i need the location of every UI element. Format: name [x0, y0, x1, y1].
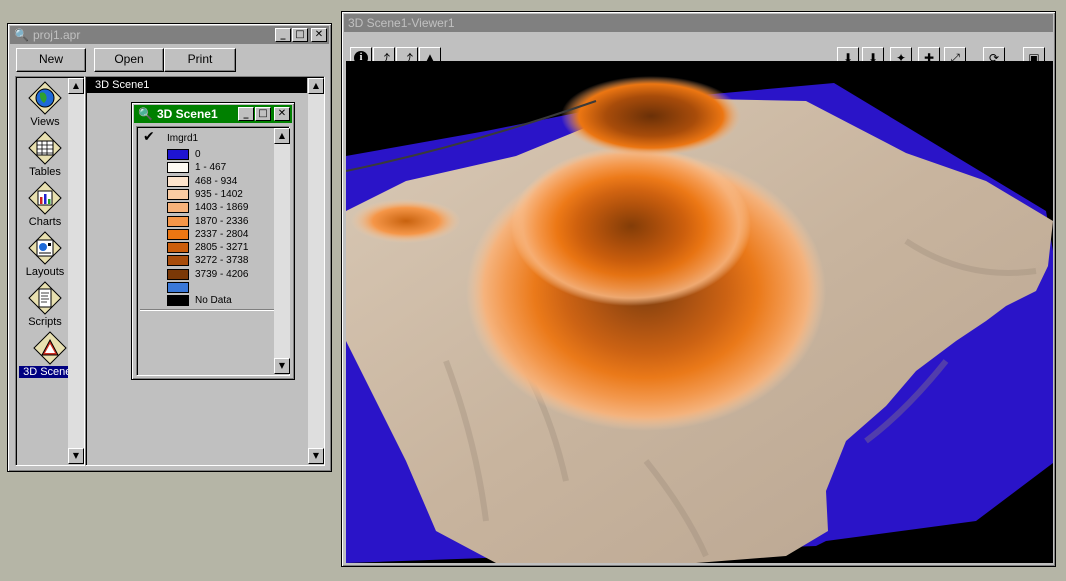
doc-type-label: Views — [30, 116, 60, 128]
legend-swatch — [167, 162, 189, 174]
legend-divider — [140, 309, 275, 311]
legend-label: 0 — [195, 149, 201, 160]
legend-swatch — [167, 255, 189, 267]
scene-toc-pane: ✔ Imgrd1 0 1 - 467 468 - 934 935 - 1402 1403… — [136, 126, 290, 376]
legend-label: 2805 - 3271 — [195, 242, 249, 254]
legend-item: 3739 - 4206 — [167, 268, 248, 281]
tables-icon — [28, 131, 62, 165]
print-button[interactable]: Print — [164, 48, 236, 72]
scene-toc-titlebar[interactable]: 🔍 3D Scene1 _ □ ✕ — [134, 105, 292, 123]
legend-item: 0 — [167, 148, 201, 161]
viewer-title: 3D Scene1-Viewer1 — [348, 16, 455, 30]
open-button[interactable]: Open — [94, 48, 164, 72]
legend-swatch — [167, 228, 189, 240]
close-button[interactable]: ✕ — [274, 107, 290, 121]
scroll-down-button[interactable]: ▼ — [68, 448, 84, 464]
scroll-down-button[interactable]: ▼ — [308, 448, 324, 464]
doc-type-list: Views Tables Charts Layouts Scripts 3D S… — [15, 76, 85, 466]
legend-swatch — [167, 295, 189, 307]
legend-label: 3739 - 4206 — [195, 268, 249, 280]
legend-swatch — [167, 149, 189, 160]
legend-label: 468 - 934 — [195, 175, 238, 187]
legend-item: No Data — [167, 294, 232, 307]
new-button[interactable]: New — [16, 48, 86, 72]
layer-visibility-checkbox[interactable]: ✔ — [143, 130, 155, 144]
layer-name[interactable]: Imgrd1 — [167, 133, 198, 144]
terrain-render — [346, 76, 1053, 563]
viewer-window: 3D Scene1-Viewer1 i ⤴ ⤴ ▲ ⬇ ⬇ ✦ ✚ ⤢ ⟳ ▣ — [341, 11, 1056, 567]
legend-label: 1403 - 1869 — [195, 202, 249, 214]
doc-list-scrollbar[interactable]: ▲ ▼ — [308, 78, 324, 464]
project-title: proj1.apr — [32, 28, 81, 42]
legend-label: 2337 - 2804 — [195, 228, 249, 240]
legend-label: 935 - 1402 — [195, 188, 243, 200]
project-titlebar[interactable]: 🔍 proj1.apr _ □ ✕ — [10, 26, 329, 44]
legend-item: 1403 - 1869 — [167, 201, 248, 214]
doc-type-scripts[interactable]: Scripts — [19, 281, 71, 328]
legend-label: 1 - 467 — [195, 162, 227, 174]
legend-item: 1 - 467 — [167, 161, 226, 174]
doc-list-item-label: 3D Scene1 — [95, 79, 150, 91]
charts-icon — [28, 181, 62, 215]
legend-item: 2337 - 2804 — [167, 228, 248, 241]
legend-swatch — [167, 242, 189, 254]
scene-canvas[interactable] — [346, 61, 1053, 563]
project-app-icon: 🔍 — [14, 28, 29, 42]
scroll-up-button[interactable]: ▲ — [68, 78, 84, 94]
legend-item — [167, 281, 195, 294]
legend-label: 1870 - 2336 — [195, 215, 249, 227]
viewer-titlebar[interactable]: 3D Scene1-Viewer1 — [344, 14, 1053, 32]
legend-swatch — [167, 215, 189, 227]
doc-list-item[interactable]: 3D Scene1 — [87, 78, 307, 93]
scene-toc-window: 🔍 3D Scene1 _ □ ✕ ✔ Imgrd1 0 1 - 467 468 -… — [131, 102, 295, 380]
legend-item: 935 - 1402 — [167, 188, 243, 201]
doc-type-scrollbar[interactable]: ▲ ▼ — [68, 78, 84, 464]
legend-item: 1870 - 2336 — [167, 215, 248, 228]
doc-type-views[interactable]: Views — [19, 81, 71, 128]
legend-label: No Data — [195, 295, 232, 307]
close-button[interactable]: ✕ — [311, 28, 327, 42]
doc-type-label: Layouts — [25, 266, 65, 278]
views-globe-icon — [28, 81, 62, 115]
minimize-button[interactable]: _ — [275, 28, 291, 42]
maximize-button[interactable]: □ — [255, 107, 271, 121]
doc-type-label: Scripts — [28, 316, 62, 328]
scroll-up-button[interactable]: ▲ — [308, 78, 324, 94]
doc-type-charts[interactable]: Charts — [19, 181, 71, 228]
layouts-icon — [28, 231, 62, 265]
doc-type-layouts[interactable]: Layouts — [19, 231, 71, 278]
legend-label: 3272 - 3738 — [195, 255, 249, 267]
doc-type-tables[interactable]: Tables — [19, 131, 71, 178]
legend-swatch — [167, 282, 189, 293]
scroll-up-button[interactable]: ▲ — [274, 128, 290, 144]
legend-item: 3272 - 3738 — [167, 254, 248, 267]
legend-item: 2805 - 3271 — [167, 241, 248, 254]
maximize-button[interactable]: □ — [292, 28, 308, 42]
legend-swatch — [167, 202, 189, 214]
scene-toc-title: 3D Scene1 — [156, 107, 218, 121]
doc-type-label: Tables — [29, 166, 61, 178]
legend-swatch — [167, 175, 189, 187]
toc-scrollbar[interactable]: ▲ ▼ — [274, 128, 290, 374]
doc-type-label: Charts — [28, 216, 62, 228]
minimize-button[interactable]: _ — [238, 107, 254, 121]
scene-app-icon: 🔍 — [138, 107, 153, 121]
scripts-icon — [28, 281, 62, 315]
legend-swatch — [167, 188, 189, 200]
3d-scenes-icon — [33, 331, 67, 365]
legend-swatch — [167, 268, 189, 280]
scroll-down-button[interactable]: ▼ — [274, 358, 290, 374]
legend-item: 468 - 934 — [167, 175, 237, 188]
